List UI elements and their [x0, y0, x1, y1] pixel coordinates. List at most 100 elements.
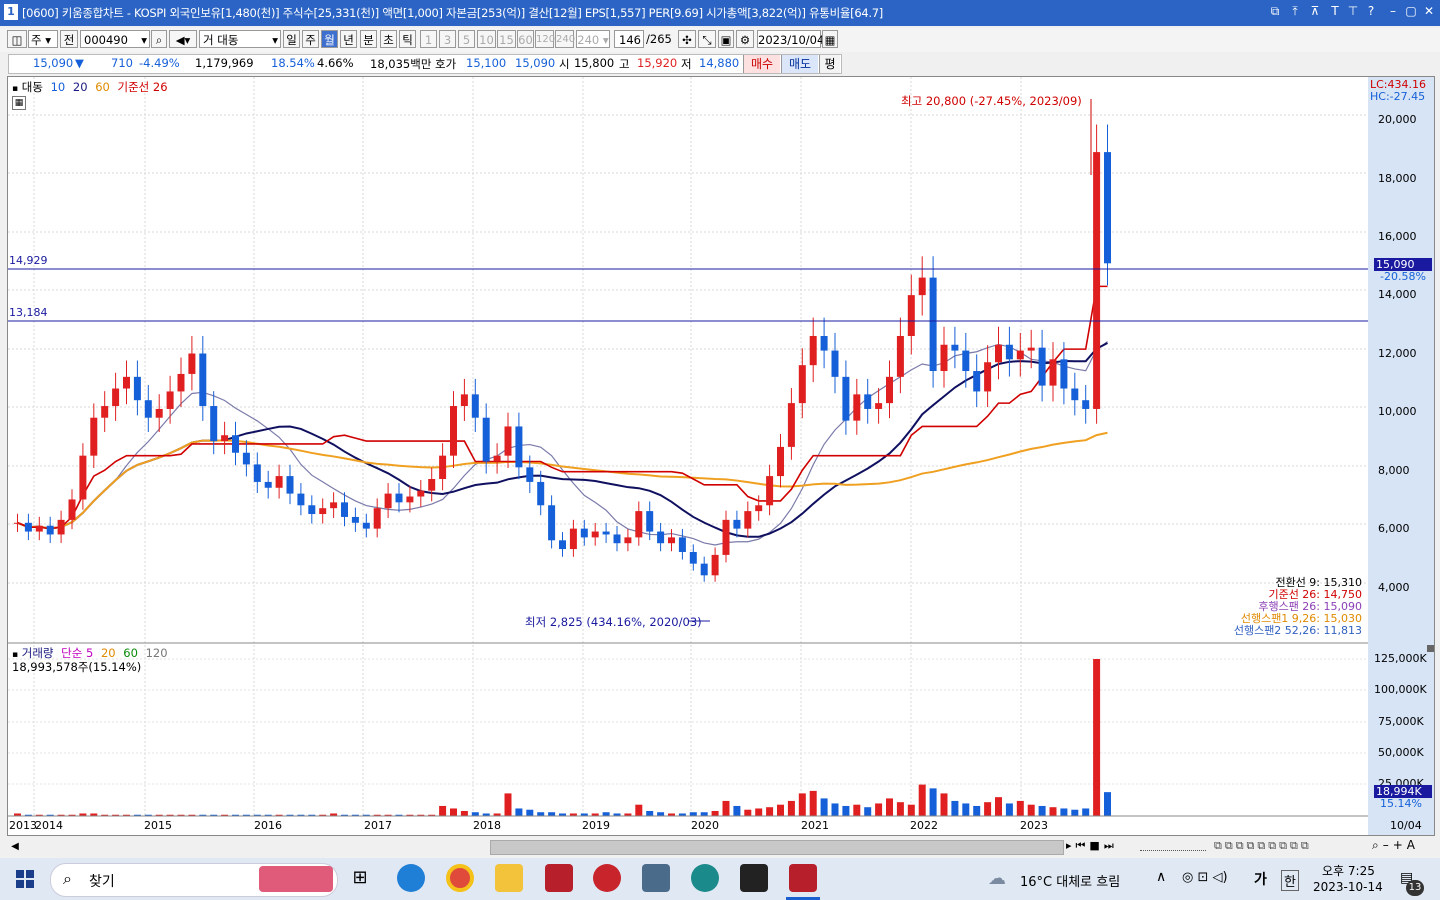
panel-menu-icon[interactable]: [1427, 645, 1434, 652]
candle-body: [232, 435, 239, 453]
volume: 1,179,969: [195, 56, 254, 70]
all-button[interactable]: 전: [60, 30, 78, 48]
candle-body: [123, 376, 130, 389]
interval-5[interactable]: 5: [458, 30, 475, 48]
candle-body: [253, 464, 261, 482]
candle-body: [951, 344, 959, 351]
interval-3[interactable]: 3: [439, 30, 456, 48]
buy-button[interactable]: 매수: [743, 55, 780, 73]
grid-toggle-icon[interactable]: ▦: [12, 96, 26, 110]
kiwoom-app-icon[interactable]: [545, 864, 573, 892]
candle-body: [199, 353, 207, 407]
interval-240[interactable]: 240: [555, 30, 575, 48]
candlestick-chart[interactable]: [8, 77, 1434, 835]
candle-body: [417, 490, 425, 497]
windows-start-icon[interactable]: [16, 870, 34, 888]
chart-scrollbar[interactable]: ◀ ▸⏮■⏭ ⧉⧉⧉⧉⧉⧉⧉⧉⧉ ⌕–+A: [0, 838, 1440, 856]
gear-icon[interactable]: ⚙: [736, 30, 754, 48]
stock-name-field[interactable]: 거 대동 ▾: [199, 30, 281, 48]
volume-bar: [744, 809, 752, 816]
x-tick: 2020: [691, 819, 719, 832]
interval-select[interactable]: 240 ▾: [576, 30, 610, 48]
draw-tool-icon[interactable]: ⤡: [698, 30, 716, 48]
hc-label: HC:-27.45: [1370, 90, 1426, 103]
font-down-icon[interactable]: ⊤: [1344, 4, 1362, 18]
weather-text[interactable]: 16°C 대체로 흐림: [1020, 871, 1120, 890]
period-day[interactable]: 일: [283, 30, 300, 48]
period-second[interactable]: 초: [380, 30, 397, 48]
task-view-icon[interactable]: ⊞: [346, 864, 374, 892]
candle-body: [569, 528, 577, 550]
zoom-controls[interactable]: ⌕–+A: [1372, 838, 1419, 853]
chart-tools-icons[interactable]: ⧉⧉⧉⧉⧉⧉⧉⧉⧉: [1214, 839, 1312, 853]
legend-ma20: 20: [72, 80, 88, 94]
minimize-icon[interactable]: –: [1384, 4, 1402, 18]
search-icon[interactable]: ⌕: [151, 30, 167, 48]
eval-button[interactable]: 평: [819, 55, 840, 73]
kiwoom-active-icon[interactable]: [789, 864, 817, 892]
clock-date[interactable]: 2023-10-14: [1313, 880, 1383, 894]
file-explorer-icon[interactable]: [495, 864, 523, 892]
period-year[interactable]: 년: [340, 30, 357, 48]
layout-icon[interactable]: ◫: [7, 30, 27, 48]
period-minute[interactable]: 분: [360, 30, 377, 48]
chart-area[interactable]: ▪ 대동 10 20 60 기준선 26 ▦ LC:434.16 HC:-27.…: [7, 76, 1435, 836]
tray-icons[interactable]: ◎ ⊡ ◁): [1182, 870, 1228, 885]
stock-code-input[interactable]: 000490 ▾: [80, 30, 150, 48]
restore-icon[interactable]: ⧉: [1266, 4, 1284, 19]
period-tick[interactable]: 틱: [399, 30, 416, 48]
y-tick: 4,000: [1378, 581, 1410, 594]
date-input[interactable]: 2023/10/04: [757, 30, 824, 48]
edge-icon[interactable]: [397, 864, 425, 892]
pin-top-icon[interactable]: ⤒: [1286, 4, 1304, 19]
calendar-icon[interactable]: ▦: [822, 30, 838, 48]
maximize-icon[interactable]: ▢: [1402, 4, 1420, 18]
period-week[interactable]: 주: [302, 30, 319, 48]
taskbar-search[interactable]: ⌕ 찾기: [50, 863, 338, 897]
calculator-icon[interactable]: [642, 864, 670, 892]
chart-toolbar: ◫ 주 ▾ 전 000490 ▾ ⌕ ◀▾ 거 대동 ▾ 일 주 월 년 분 초 틱…: [0, 28, 1440, 52]
volume-bar: [984, 802, 992, 816]
candle-body: [689, 551, 697, 564]
interval-1[interactable]: 1: [420, 30, 437, 48]
ma-line: [17, 431, 1108, 530]
fix-icon[interactable]: ⊼: [1306, 4, 1324, 18]
sticky-app-icon[interactable]: [740, 864, 768, 892]
close-icon[interactable]: ✕: [1420, 4, 1438, 18]
sound-icon[interactable]: ◀▾: [169, 30, 197, 48]
playback-controls[interactable]: ▸⏮■⏭: [1066, 839, 1118, 853]
ask-label: 호가: [435, 57, 457, 71]
market-select[interactable]: 주 ▾: [28, 30, 58, 48]
app-icon[interactable]: [691, 864, 719, 892]
y-tick: 6,000: [1378, 522, 1410, 535]
zoom-slider[interactable]: [1140, 846, 1206, 851]
help-icon[interactable]: ?: [1362, 4, 1380, 18]
low-label: 저: [681, 57, 692, 71]
scroll-left-icon[interactable]: ◀: [7, 839, 23, 855]
interval-60[interactable]: 60: [517, 30, 534, 48]
kiwoom-app2-icon[interactable]: [593, 864, 621, 892]
volume-bar: [1082, 808, 1090, 816]
period-month[interactable]: 월: [321, 30, 338, 48]
count-input[interactable]: 146: [614, 30, 644, 48]
sell-button[interactable]: 매도: [781, 55, 818, 73]
interval-120[interactable]: 120: [535, 30, 555, 48]
candle-body: [330, 502, 338, 509]
crosshair-icon[interactable]: ✣: [678, 30, 696, 48]
chrome-icon[interactable]: [446, 864, 474, 892]
candle-body: [1027, 347, 1035, 351]
input-lang[interactable]: 한: [1281, 870, 1299, 891]
scroll-thumb[interactable]: [490, 840, 1064, 855]
font-icon[interactable]: T: [1326, 4, 1344, 18]
interval-10[interactable]: 10: [477, 30, 496, 48]
candle-body: [820, 335, 828, 351]
interval-15[interactable]: 15: [497, 30, 516, 48]
save-icon[interactable]: ▣: [718, 30, 734, 48]
volume-bar: [1060, 808, 1068, 816]
x-tick: 2022: [910, 819, 938, 832]
tray-chevron-icon[interactable]: ∧: [1156, 869, 1166, 885]
clock-time[interactable]: 오후 7:25: [1322, 862, 1375, 879]
ime-mode[interactable]: 가: [1254, 869, 1267, 889]
y-tick: 12,000: [1378, 347, 1417, 360]
volume-bar: [1005, 803, 1013, 816]
